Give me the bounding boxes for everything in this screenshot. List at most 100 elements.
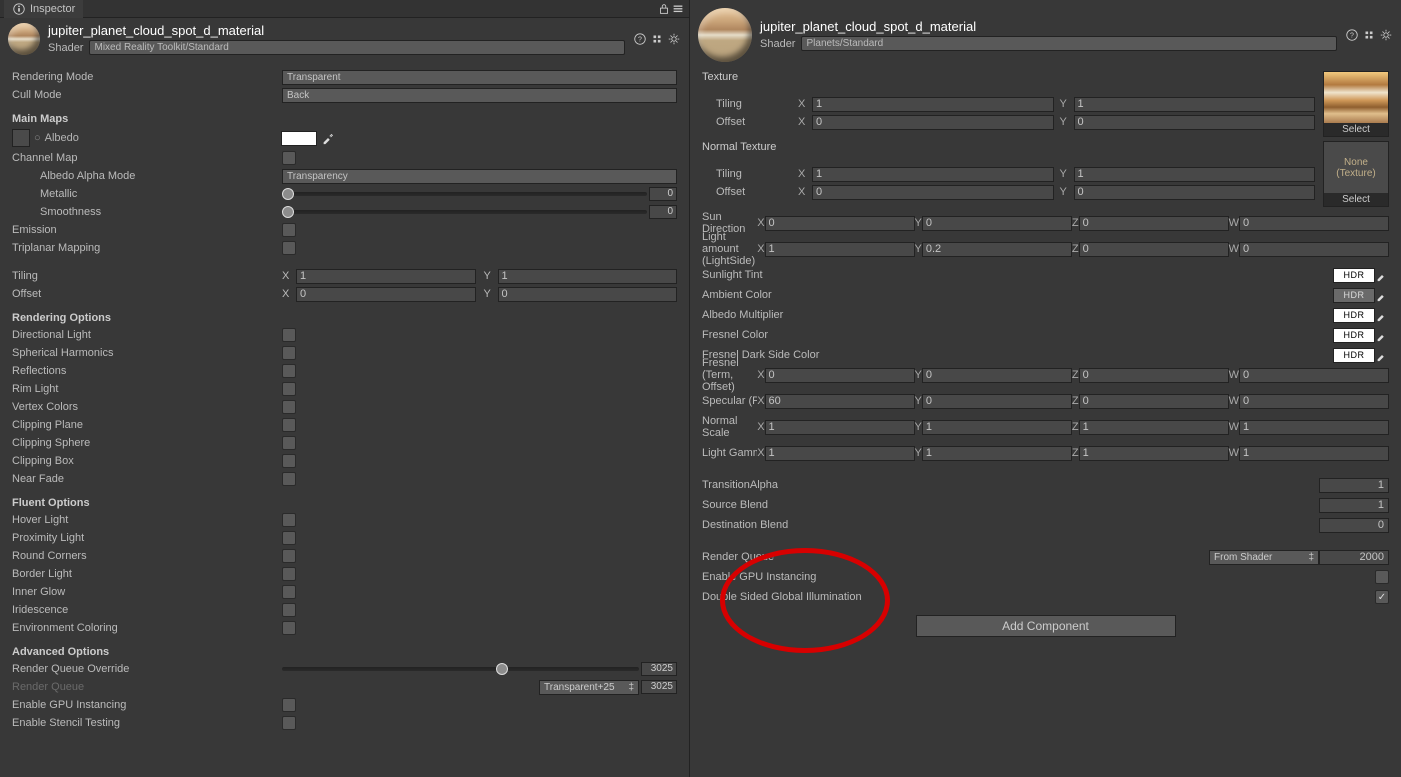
lgamma-z[interactable] bbox=[1079, 446, 1229, 461]
ambient-color-hdr[interactable]: HDR bbox=[1333, 288, 1375, 303]
eyedropper-icon[interactable] bbox=[1375, 268, 1389, 282]
emission-checkbox[interactable] bbox=[282, 223, 296, 237]
fresnel-dark-hdr[interactable]: HDR bbox=[1333, 348, 1375, 363]
eyedropper-icon[interactable] bbox=[321, 131, 335, 145]
sun-y[interactable] bbox=[922, 216, 1072, 231]
render-queue-dropdown[interactable]: Transparent+25‡ bbox=[539, 680, 639, 695]
normal-texture-slot[interactable]: None (Texture) Select bbox=[1323, 141, 1389, 207]
preset-icon[interactable] bbox=[650, 32, 664, 46]
dsgi-checkbox[interactable] bbox=[1375, 590, 1389, 604]
material-thumbnail-right[interactable] bbox=[698, 8, 752, 62]
channel-map-checkbox[interactable] bbox=[282, 151, 296, 165]
ntex-tiling-y[interactable] bbox=[1074, 167, 1316, 182]
transition-alpha-input[interactable] bbox=[1319, 478, 1389, 493]
clipping-box-checkbox[interactable] bbox=[282, 454, 296, 468]
triplanar-checkbox[interactable] bbox=[282, 241, 296, 255]
fresnel-w[interactable] bbox=[1239, 368, 1389, 383]
nscale-y[interactable] bbox=[922, 420, 1072, 435]
spherical-harmonics-checkbox[interactable] bbox=[282, 346, 296, 360]
near-fade-checkbox[interactable] bbox=[282, 472, 296, 486]
stencil-testing-checkbox[interactable] bbox=[282, 716, 296, 730]
sun-x[interactable] bbox=[765, 216, 915, 231]
reflections-checkbox[interactable] bbox=[282, 364, 296, 378]
cull-mode-dropdown[interactable]: Back bbox=[282, 88, 677, 103]
albedo-alpha-mode-dropdown[interactable]: Transparency bbox=[282, 169, 677, 184]
render-queue-dropdown-right[interactable]: From Shader‡ bbox=[1209, 550, 1319, 565]
sun-z[interactable] bbox=[1079, 216, 1229, 231]
lock-icon[interactable] bbox=[657, 2, 671, 16]
nscale-w[interactable] bbox=[1239, 420, 1389, 435]
destination-blend-input[interactable] bbox=[1319, 518, 1389, 533]
light-z[interactable] bbox=[1079, 242, 1229, 257]
fresnel-z[interactable] bbox=[1079, 368, 1229, 383]
eyedropper-icon[interactable] bbox=[1375, 328, 1389, 342]
albedo-texture-slot[interactable] bbox=[12, 129, 30, 147]
clipping-plane-checkbox[interactable] bbox=[282, 418, 296, 432]
fresnel-color-hdr[interactable]: HDR bbox=[1333, 328, 1375, 343]
rim-light-checkbox[interactable] bbox=[282, 382, 296, 396]
proximity-light-checkbox[interactable] bbox=[282, 531, 296, 545]
light-x[interactable] bbox=[765, 242, 915, 257]
metallic-value[interactable]: 0 bbox=[649, 187, 677, 201]
light-w[interactable] bbox=[1239, 242, 1389, 257]
light-y[interactable] bbox=[922, 242, 1072, 257]
sun-w[interactable] bbox=[1239, 216, 1389, 231]
lgamma-x[interactable] bbox=[765, 446, 915, 461]
ntex-offset-x[interactable] bbox=[812, 185, 1054, 200]
sunlight-tint-hdr[interactable]: HDR bbox=[1333, 268, 1375, 283]
texture-slot[interactable]: Select bbox=[1323, 71, 1389, 137]
hover-light-checkbox[interactable] bbox=[282, 513, 296, 527]
ntex-tiling-x[interactable] bbox=[812, 167, 1054, 182]
eyedropper-icon[interactable] bbox=[1375, 288, 1389, 302]
specular-x[interactable] bbox=[765, 394, 915, 409]
tiling-y-input[interactable] bbox=[498, 269, 678, 284]
nscale-x[interactable] bbox=[765, 420, 915, 435]
tex-tiling-x[interactable] bbox=[812, 97, 1054, 112]
clipping-sphere-checkbox[interactable] bbox=[282, 436, 296, 450]
eyedropper-icon[interactable] bbox=[1375, 308, 1389, 322]
render-queue-override-slider[interactable] bbox=[282, 667, 639, 671]
iridescence-checkbox[interactable] bbox=[282, 603, 296, 617]
tex-tiling-y[interactable] bbox=[1074, 97, 1316, 112]
render-queue-value-right[interactable] bbox=[1319, 550, 1389, 565]
specular-z[interactable] bbox=[1079, 394, 1229, 409]
menu-icon[interactable] bbox=[671, 2, 685, 16]
shader-dropdown-right[interactable]: Planets/Standard bbox=[801, 36, 1337, 51]
directional-light-checkbox[interactable] bbox=[282, 328, 296, 342]
ntex-offset-y[interactable] bbox=[1074, 185, 1316, 200]
material-thumbnail[interactable] bbox=[8, 23, 40, 55]
fresnel-x[interactable] bbox=[765, 368, 915, 383]
border-light-checkbox[interactable] bbox=[282, 567, 296, 581]
gear-icon[interactable] bbox=[667, 32, 681, 46]
tex-offset-y[interactable] bbox=[1074, 115, 1316, 130]
albedo-mult-hdr[interactable]: HDR bbox=[1333, 308, 1375, 323]
help-icon[interactable]: ? bbox=[1345, 28, 1359, 42]
render-queue-value[interactable]: 3025 bbox=[641, 680, 677, 694]
preset-icon[interactable] bbox=[1362, 28, 1376, 42]
smoothness-slider[interactable] bbox=[282, 210, 647, 214]
specular-y[interactable] bbox=[922, 394, 1072, 409]
round-corners-checkbox[interactable] bbox=[282, 549, 296, 563]
gear-icon[interactable] bbox=[1379, 28, 1393, 42]
albedo-color-swatch[interactable] bbox=[281, 131, 317, 146]
gpu-instancing-checkbox[interactable] bbox=[282, 698, 296, 712]
tiling-x-input[interactable] bbox=[296, 269, 476, 284]
add-component-button[interactable]: Add Component bbox=[916, 615, 1176, 637]
metallic-slider[interactable] bbox=[282, 192, 647, 196]
lgamma-w[interactable] bbox=[1239, 446, 1389, 461]
gpu-instancing-checkbox-right[interactable] bbox=[1375, 570, 1389, 584]
help-icon[interactable]: ? bbox=[633, 32, 647, 46]
specular-w[interactable] bbox=[1239, 394, 1389, 409]
inner-glow-checkbox[interactable] bbox=[282, 585, 296, 599]
tex-offset-x[interactable] bbox=[812, 115, 1054, 130]
offset-x-input[interactable] bbox=[296, 287, 476, 302]
offset-y-input[interactable] bbox=[498, 287, 678, 302]
nscale-z[interactable] bbox=[1079, 420, 1229, 435]
inspector-tab[interactable]: Inspector bbox=[4, 0, 83, 18]
fresnel-y[interactable] bbox=[922, 368, 1072, 383]
render-queue-override-value[interactable]: 3025 bbox=[641, 662, 677, 676]
lgamma-y[interactable] bbox=[922, 446, 1072, 461]
eyedropper-icon[interactable] bbox=[1375, 348, 1389, 362]
smoothness-value[interactable]: 0 bbox=[649, 205, 677, 219]
env-coloring-checkbox[interactable] bbox=[282, 621, 296, 635]
